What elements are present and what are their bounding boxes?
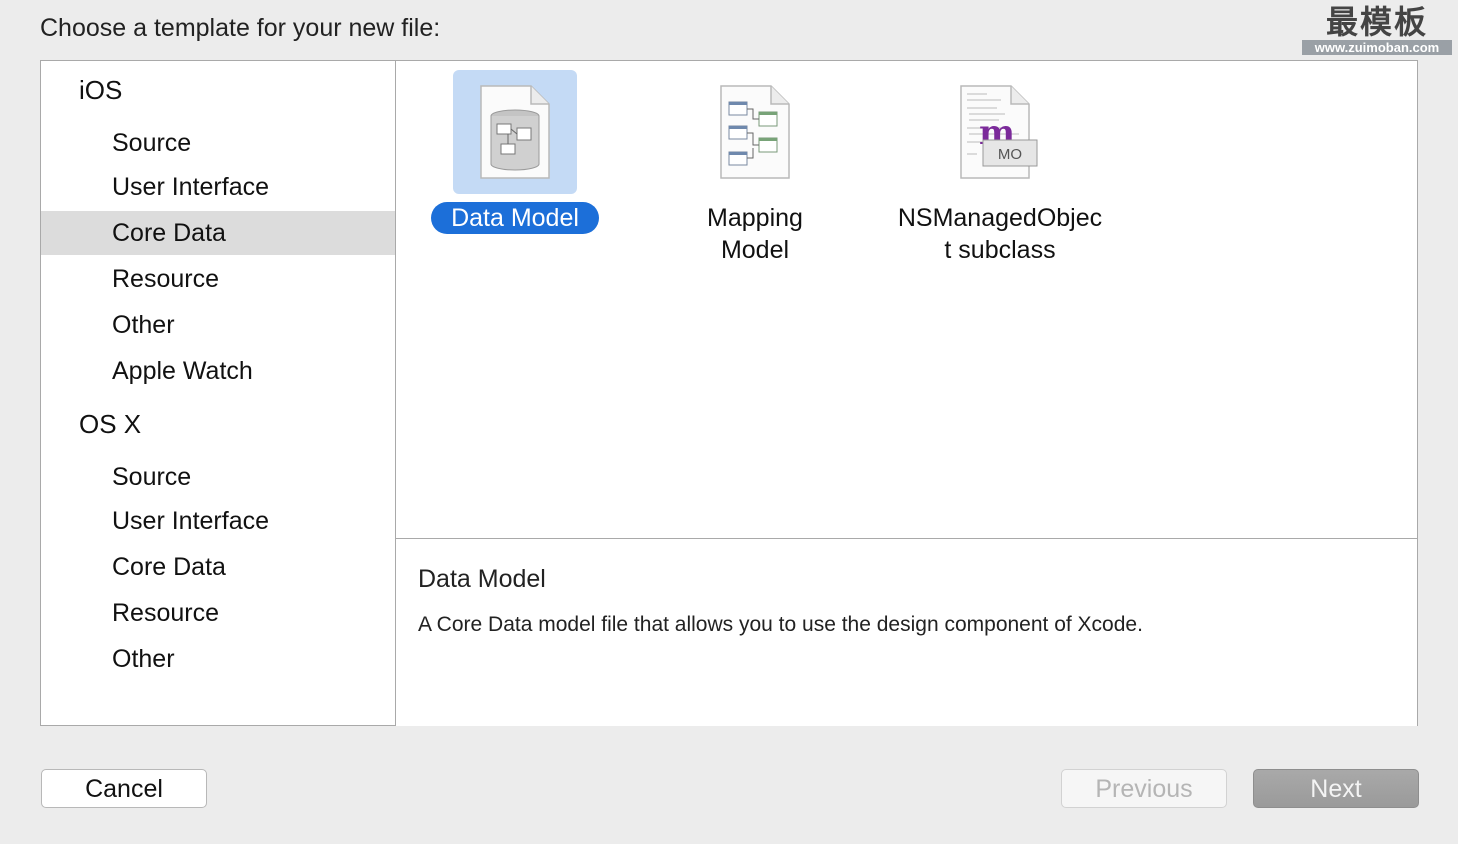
mo-badge: MO	[997, 146, 1023, 163]
template-label: Mapping Model	[707, 204, 803, 264]
template-label: NSManagedObject subclass	[897, 204, 1103, 264]
sidebar-item-label: User Interface	[112, 507, 270, 535]
sidebar-item-label: Core Data	[112, 219, 226, 247]
sidebar-item-label: Other	[112, 311, 175, 339]
description-text: A Core Data model file that allows you t…	[418, 613, 1143, 636]
sidebar-item-label: Resource	[112, 265, 219, 293]
sidebar-item-osx-source[interactable]: Source	[41, 455, 395, 499]
template-description: Data Model A Core Data model file that a…	[396, 538, 1417, 726]
sidebar-item-label: Source	[112, 129, 192, 157]
group-title-osx: OS X	[79, 409, 142, 439]
sidebar-item-osx-core-data[interactable]: Core Data	[41, 545, 395, 589]
watermark-logo: 最模板 www.zuimoban.com	[1302, 4, 1452, 55]
cancel-button[interactable]: Cancel	[41, 769, 207, 808]
sidebar-item-osx-user-interface[interactable]: User Interface	[41, 499, 395, 543]
sidebar-item-label: Source	[112, 463, 192, 491]
sidebar-item-ios-source[interactable]: Source	[41, 121, 395, 165]
sidebar-item-label: User Interface	[112, 173, 270, 201]
template-data-model[interactable]: Data Model	[415, 61, 615, 234]
category-sidebar[interactable]: iOS Source User Interface Core Data Reso…	[41, 61, 396, 725]
sidebar-item-osx-other[interactable]: Other	[41, 637, 395, 681]
watermark-text: 最模板	[1325, 3, 1428, 41]
sidebar-item-label: Core Data	[112, 553, 226, 581]
template-icon-tile[interactable]: m MO	[933, 70, 1057, 194]
template-mapping-model[interactable]: Mapping Model	[655, 61, 855, 266]
chooser-panel: iOS Source User Interface Core Data Reso…	[40, 60, 1418, 726]
dialog-prompt: Choose a template for your new file:	[40, 14, 441, 42]
previous-button[interactable]: Previous	[1061, 769, 1227, 808]
mapping-model-icon	[720, 85, 790, 179]
template-label: Data Model	[431, 202, 599, 234]
description-title: Data Model	[418, 565, 546, 593]
sidebar-item-label: Other	[112, 645, 175, 673]
sidebar-item-osx-resource[interactable]: Resource	[41, 591, 395, 635]
sidebar-item-ios-resource[interactable]: Resource	[41, 257, 395, 301]
sidebar-item-ios-apple-watch[interactable]: Apple Watch	[41, 349, 395, 393]
data-model-icon	[480, 85, 550, 179]
sidebar-item-label: Resource	[112, 599, 219, 627]
sidebar-item-ios-other[interactable]: Other	[41, 303, 395, 347]
watermark-url: www.zuimoban.com	[1302, 40, 1452, 55]
sidebar-item-label: Apple Watch	[112, 357, 253, 385]
next-button[interactable]: Next	[1253, 769, 1419, 808]
template-grid: Data Model Mapping Model m MO NSManagedO…	[396, 61, 1417, 538]
template-icon-tile[interactable]	[453, 70, 577, 194]
template-nsmanagedobject-subclass[interactable]: m MO NSManagedObject subclass	[895, 61, 1102, 266]
sidebar-item-ios-core-data[interactable]: Core Data	[41, 211, 395, 255]
template-icon-tile[interactable]	[693, 70, 817, 194]
sidebar-item-ios-user-interface[interactable]: User Interface	[41, 165, 395, 209]
group-title-ios: iOS	[79, 75, 123, 105]
